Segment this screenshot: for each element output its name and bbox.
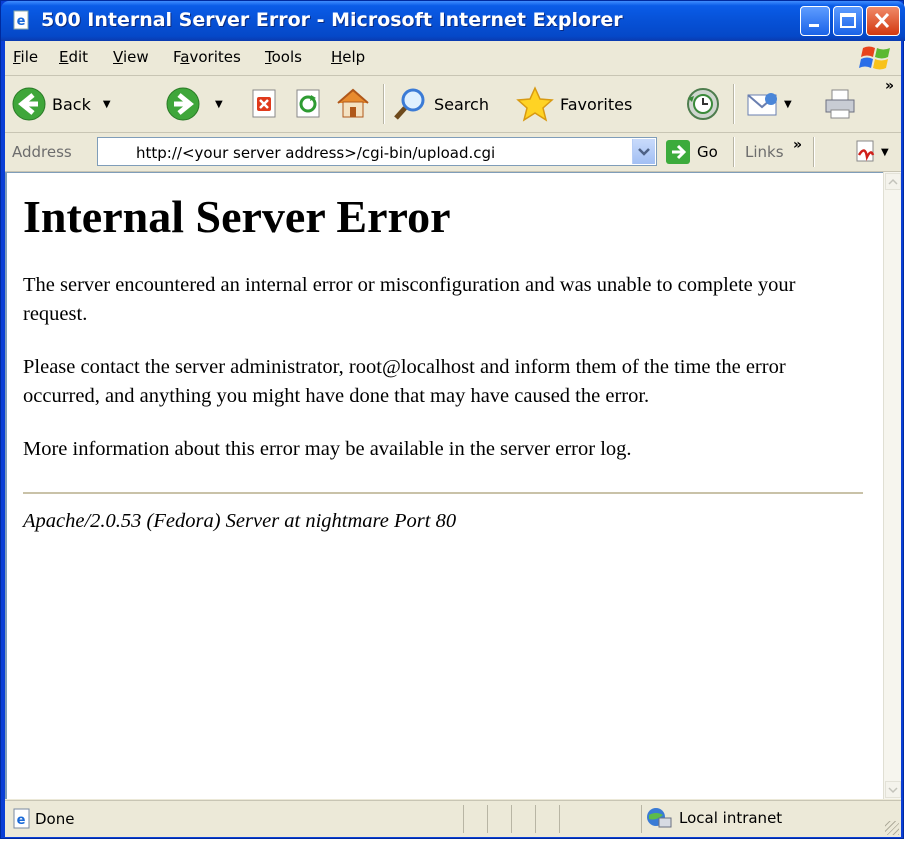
address-url[interactable]: http://<your server address>/cgi-bin/upl… xyxy=(136,144,495,162)
go-label: Go xyxy=(697,143,718,161)
menu-view[interactable]: View xyxy=(113,48,149,66)
links-separator xyxy=(813,137,815,167)
window-title: 500 Internal Server Error - Microsoft In… xyxy=(41,9,623,31)
page-content: Internal Server Error The server encount… xyxy=(23,179,863,533)
menu-tools-accel: T xyxy=(265,48,272,66)
status-bar: e Done Local intranet xyxy=(5,800,901,837)
menu-favorites[interactable]: Favorites xyxy=(173,48,241,66)
minimize-button[interactable] xyxy=(800,6,830,36)
back-label: Back xyxy=(52,94,91,114)
status-cell xyxy=(511,805,512,833)
pdf-dropdown-icon[interactable]: ▼ xyxy=(881,147,889,158)
vertical-scrollbar[interactable] xyxy=(883,172,901,799)
menu-tools[interactable]: Tools xyxy=(265,48,302,66)
favorites-star-icon xyxy=(516,86,554,122)
toolbar-separator xyxy=(383,84,385,124)
history-clock-icon xyxy=(687,88,719,120)
home-icon xyxy=(337,88,369,118)
error-paragraph-2: Please contact the server administrator,… xyxy=(23,356,786,407)
menu-file-accel: F xyxy=(13,48,21,66)
security-zone[interactable]: Local intranet xyxy=(645,806,782,830)
status-cell xyxy=(535,805,536,833)
status-text: Done xyxy=(35,810,75,828)
menu-view-accel: V xyxy=(113,48,123,66)
maximize-button[interactable] xyxy=(833,6,863,36)
favorites-label: Favorites xyxy=(560,94,633,114)
error-paragraph-3: More information about this error may be… xyxy=(23,438,632,460)
forward-button[interactable]: ▼ xyxy=(165,86,223,122)
close-button[interactable] xyxy=(866,6,900,36)
page-title: Internal Server Error xyxy=(23,191,451,242)
search-label: Search xyxy=(434,94,489,114)
address-label: Address xyxy=(12,143,72,161)
menu-edit[interactable]: Edit xyxy=(59,48,88,66)
history-button[interactable] xyxy=(685,86,721,122)
error-paragraph-1: The server encountered an internal error… xyxy=(23,274,796,325)
resize-grip[interactable] xyxy=(885,821,899,835)
go-button[interactable]: Go xyxy=(665,139,718,165)
status-cell xyxy=(559,805,560,833)
forward-dropdown-icon[interactable]: ▼ xyxy=(215,99,223,110)
menu-help[interactable]: Help xyxy=(331,48,365,66)
page-viewport[interactable]: Internal Server Error The server encount… xyxy=(5,172,883,799)
chevron-down-icon xyxy=(888,787,898,794)
zone-label: Local intranet xyxy=(679,809,783,827)
refresh-icon xyxy=(296,89,320,118)
stop-button[interactable] xyxy=(251,89,279,119)
ie-page-icon: e xyxy=(13,10,29,30)
printer-icon xyxy=(825,89,855,119)
close-icon xyxy=(874,12,890,29)
status-cell xyxy=(463,805,464,833)
home-button[interactable] xyxy=(335,86,371,120)
forward-arrow-icon xyxy=(166,87,200,121)
page-done-icon: e xyxy=(13,808,30,829)
address-bar: Address http://<your server address>/cgi… xyxy=(5,133,901,172)
svg-text:e: e xyxy=(17,813,26,828)
menu-bar: File Edit View Favorites Tools Help xyxy=(5,41,901,76)
back-button[interactable]: Back ▼ xyxy=(11,86,111,122)
scroll-down-button[interactable] xyxy=(885,781,901,798)
address-input[interactable]: http://<your server address>/cgi-bin/upl… xyxy=(97,137,657,166)
pdf-toolbar-button[interactable]: ▼ xyxy=(853,139,889,165)
svg-text:e: e xyxy=(17,14,26,29)
chevron-down-icon xyxy=(638,148,650,156)
back-dropdown-icon[interactable]: ▼ xyxy=(103,99,111,110)
maximize-icon xyxy=(840,13,856,28)
title-bar[interactable]: e 500 Internal Server Error - Microsoft … xyxy=(1,1,905,41)
mail-envelope-icon xyxy=(747,93,777,116)
minimize-icon xyxy=(809,24,819,27)
favorites-button[interactable]: Favorites xyxy=(515,86,632,122)
scroll-up-button[interactable] xyxy=(885,173,901,190)
toolbar-separator xyxy=(733,84,735,124)
windows-logo-icon xyxy=(859,46,890,70)
mail-dropdown-icon[interactable]: ▼ xyxy=(784,99,792,110)
status-cell xyxy=(487,805,488,833)
mail-button[interactable]: ▼ xyxy=(745,86,792,122)
menu-file[interactable]: File xyxy=(13,48,38,66)
links-label[interactable]: Links xyxy=(745,143,784,161)
chevron-up-icon xyxy=(888,178,898,185)
links-overflow-chevron[interactable]: » xyxy=(793,137,802,153)
browser-window: e 500 Internal Server Error - Microsoft … xyxy=(0,0,905,839)
standard-toolbar: Back ▼ ▼ Search Favorites ▼ » xyxy=(5,76,901,133)
back-arrow-icon xyxy=(12,87,46,121)
address-separator xyxy=(733,137,735,167)
intranet-icon xyxy=(647,808,672,828)
go-arrow-icon xyxy=(666,140,690,164)
server-signature: Apache/2.0.53 (Fedora) Server at nightma… xyxy=(23,510,457,532)
address-dropdown-button[interactable] xyxy=(632,139,655,164)
refresh-button[interactable] xyxy=(295,89,323,119)
toolbar-overflow-chevron[interactable]: » xyxy=(885,78,894,94)
status-cell xyxy=(641,805,642,833)
print-button[interactable] xyxy=(823,88,857,120)
search-button[interactable]: Search xyxy=(393,86,489,122)
stop-icon xyxy=(252,89,276,118)
search-magnifier-icon xyxy=(394,88,425,120)
menu-help-accel: H xyxy=(331,48,343,66)
pdf-icon xyxy=(856,140,875,162)
browser-client-area: File Edit View Favorites Tools Help Back xyxy=(5,41,901,837)
footer-divider xyxy=(23,492,863,494)
